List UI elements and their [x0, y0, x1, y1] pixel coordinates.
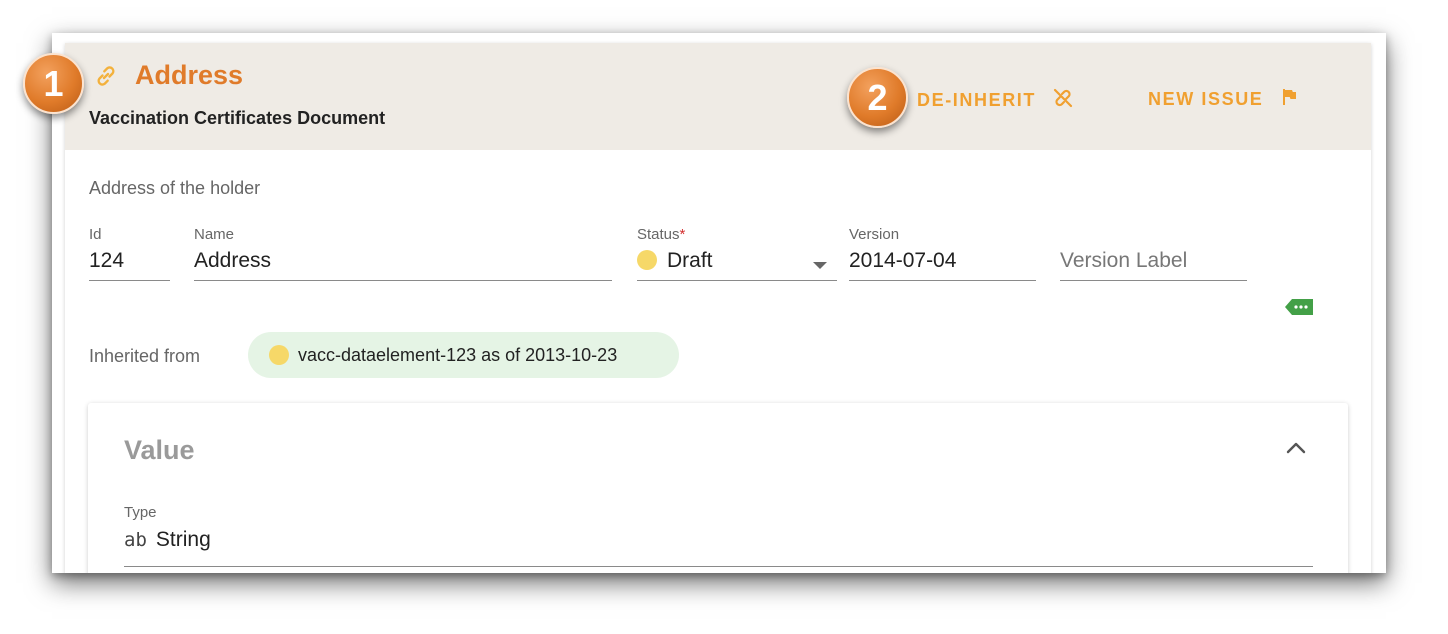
- link-icon: [93, 63, 119, 89]
- id-value: 124: [89, 249, 125, 272]
- type-underline: [124, 566, 1313, 567]
- type-label: Type: [124, 504, 157, 521]
- card-header: Address Vaccination Certificates Documen…: [65, 43, 1371, 150]
- name-value: Address: [194, 249, 272, 272]
- chevron-up-icon[interactable]: [1285, 441, 1307, 460]
- status-value-text: Draft: [667, 249, 713, 272]
- name-label: Name: [194, 226, 235, 243]
- id-field[interactable]: Id 124: [89, 224, 170, 281]
- status-label-text: Status: [637, 226, 680, 243]
- text-type-icon: ab: [124, 529, 147, 551]
- id-label: Id: [89, 226, 102, 243]
- inherited-from-chip-text: vacc-dataelement-123 as of 2013-10-23: [298, 344, 618, 365]
- dropdown-arrow-icon[interactable]: [813, 262, 827, 269]
- status-dot-icon: [637, 250, 657, 270]
- status-value: Draft: [637, 249, 713, 273]
- status-select[interactable]: Status* Draft: [637, 224, 837, 281]
- id-underline: [89, 280, 170, 281]
- de-inherit-label: DE-INHERIT: [917, 90, 1036, 110]
- status-label: Status*: [637, 226, 685, 243]
- name-field[interactable]: Name Address: [194, 224, 612, 281]
- new-issue-label: NEW ISSUE: [1148, 89, 1264, 109]
- title-row: Address: [93, 60, 243, 91]
- flag-icon: [1263, 87, 1299, 112]
- screenshot-frame: Address Vaccination Certificates Documen…: [52, 33, 1386, 573]
- name-underline: [194, 280, 612, 281]
- version-label-placeholder: Version Label: [1060, 249, 1188, 272]
- version-field[interactable]: Version 2014-07-04: [849, 224, 1036, 281]
- element-description: Address of the holder: [89, 178, 261, 198]
- card-body: Address of the holder Id 124 Name Addres…: [65, 150, 1371, 573]
- type-value: String: [155, 528, 211, 551]
- required-mark: *: [679, 226, 686, 243]
- annotation-badge-1: 1: [23, 53, 84, 114]
- page-subtitle: Vaccination Certificates Document: [89, 108, 386, 128]
- tag-more-icon[interactable]: [1285, 296, 1315, 323]
- value-panel: Value Type ab String: [88, 403, 1348, 573]
- version-value: 2014-07-04: [849, 249, 957, 272]
- version-label: Version: [849, 226, 900, 243]
- value-panel-title: Value: [124, 435, 195, 465]
- element-card: Address Vaccination Certificates Documen…: [65, 43, 1371, 573]
- version-label-underline: [1060, 280, 1247, 281]
- inherited-from-chip[interactable]: vacc-dataelement-123 as of 2013-10-23: [248, 332, 679, 378]
- status-underline: [637, 280, 837, 281]
- version-underline: [849, 280, 1036, 281]
- de-inherit-button[interactable]: DE-INHERIT: [917, 87, 1074, 114]
- page-title: Address: [135, 60, 244, 90]
- version-label-field[interactable]: Version Label: [1060, 224, 1247, 281]
- inherited-from-label: Inherited from: [89, 346, 201, 366]
- type-select[interactable]: ab String: [124, 528, 211, 552]
- annotation-badge-2: 2: [847, 67, 908, 128]
- link-off-icon: [1036, 87, 1074, 114]
- status-dot-icon: [269, 345, 289, 365]
- new-issue-button[interactable]: NEW ISSUE: [1148, 87, 1299, 112]
